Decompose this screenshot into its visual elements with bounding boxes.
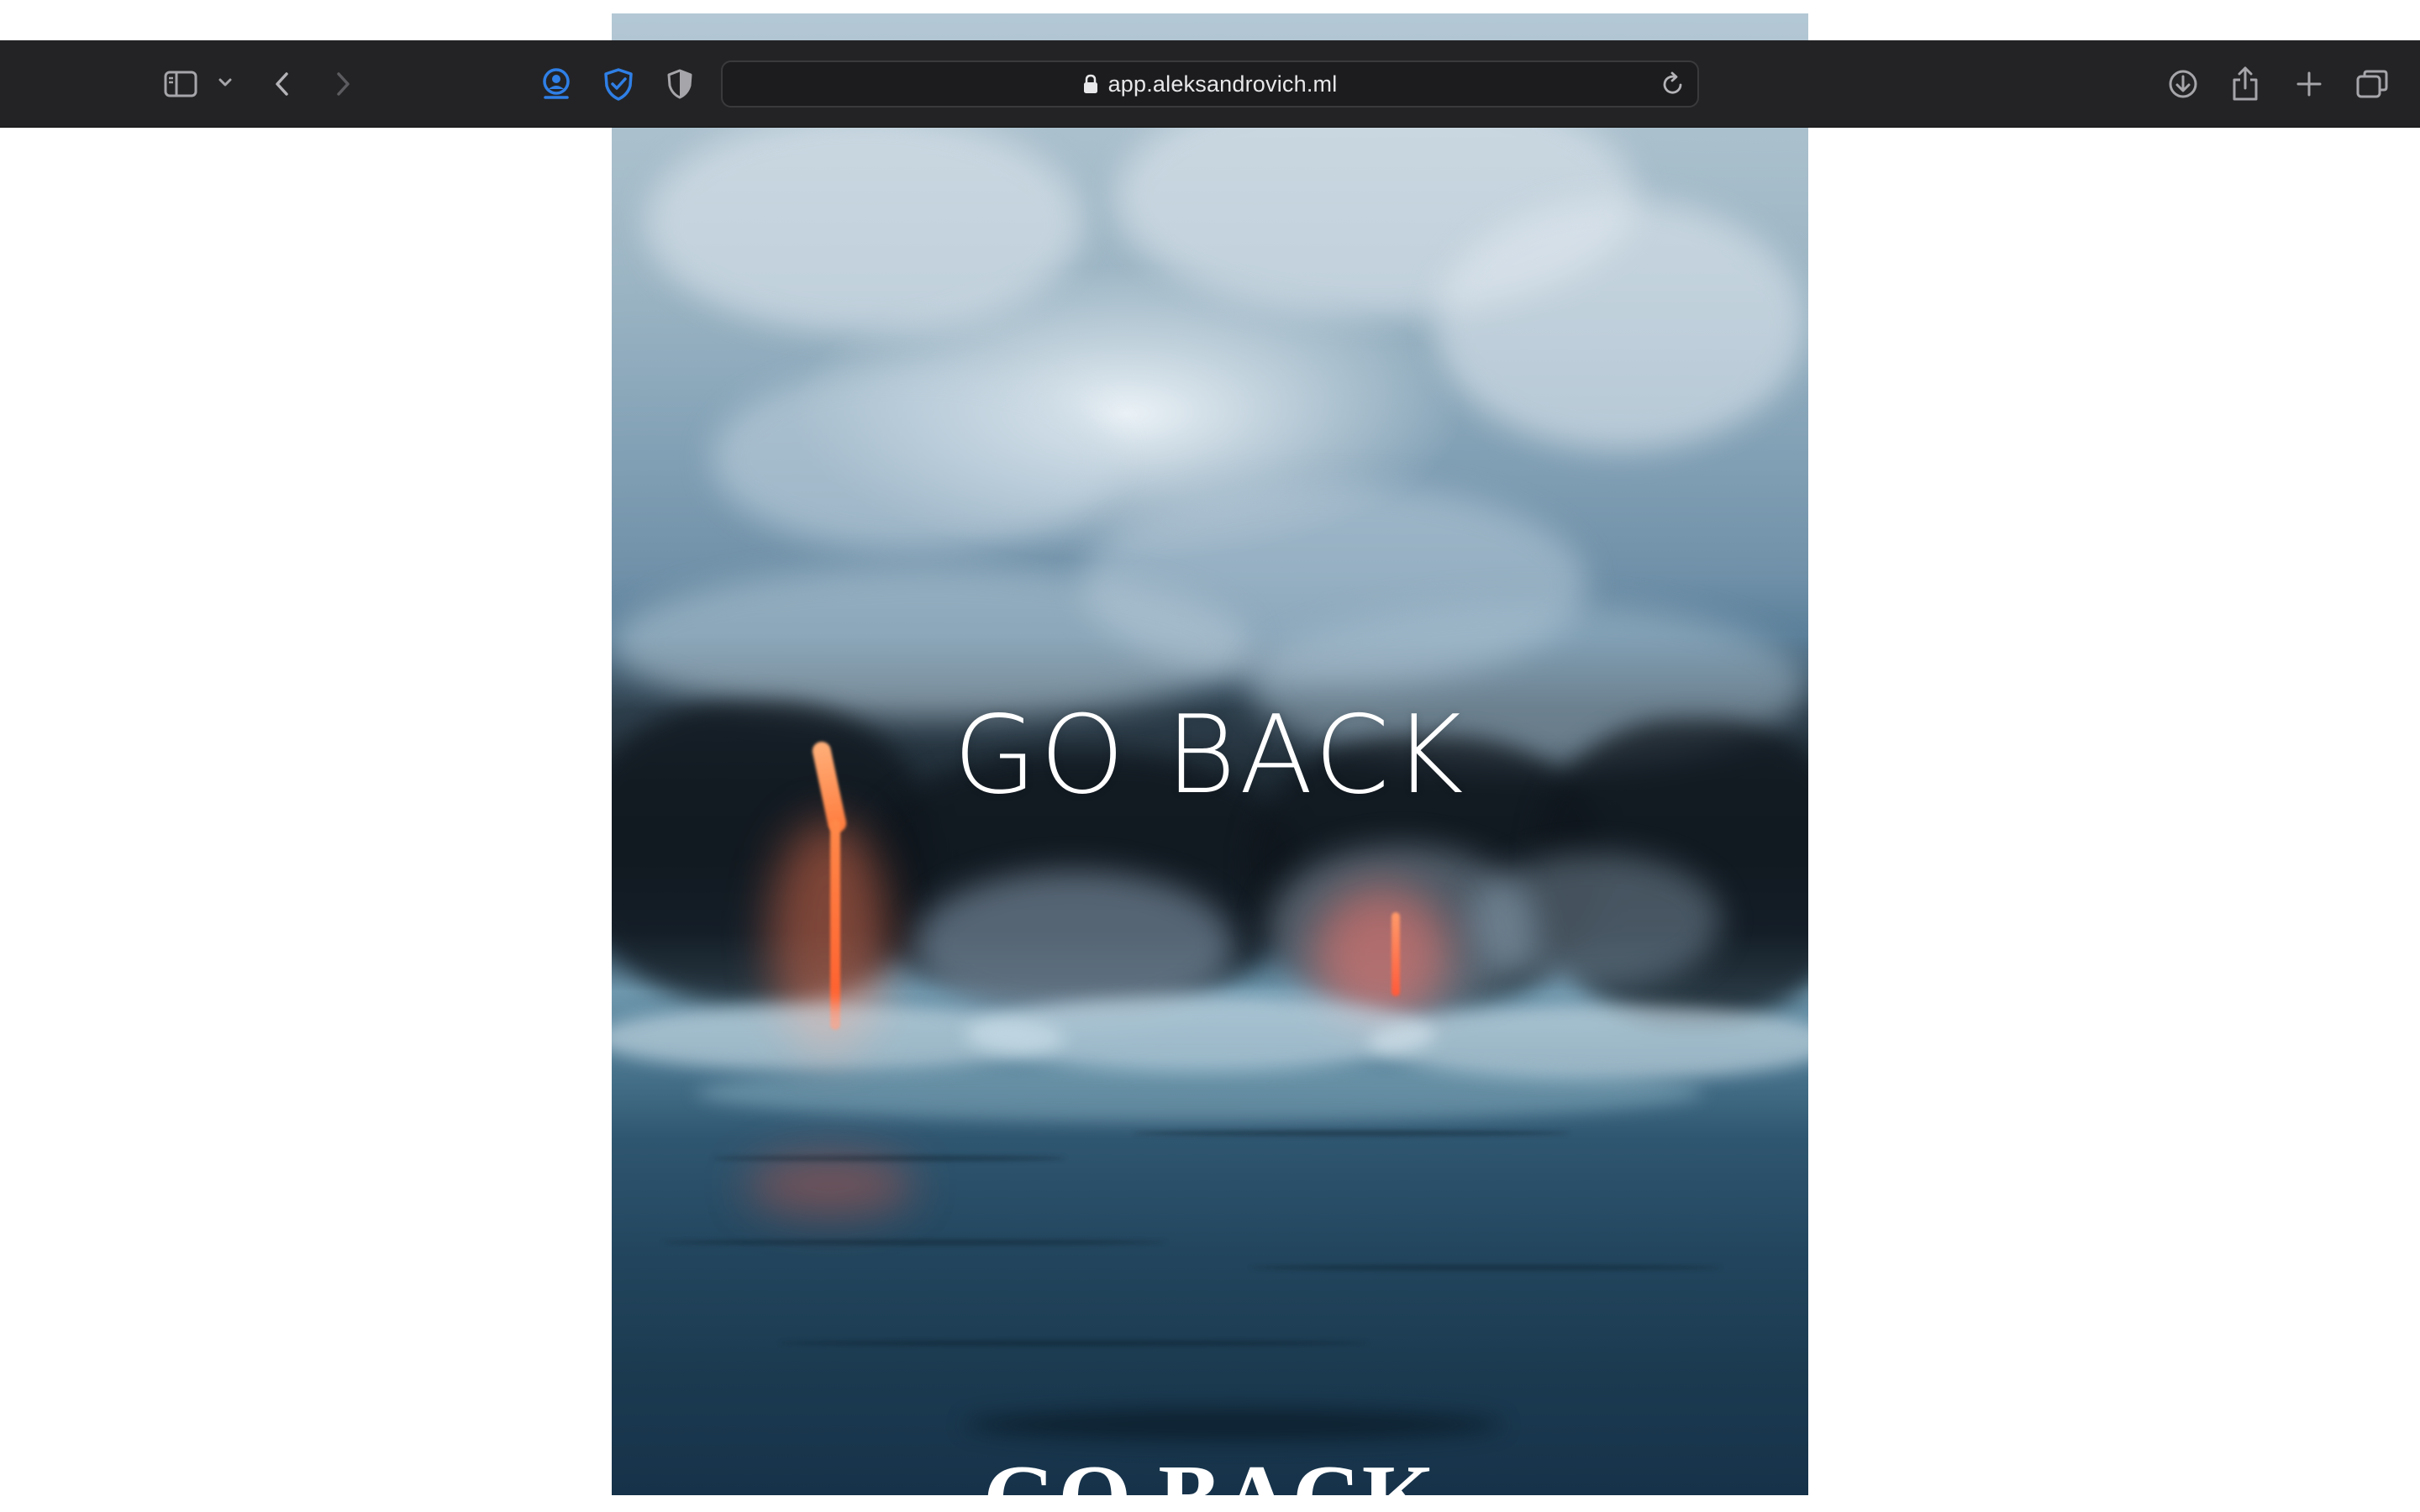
half-shield-icon[interactable] bbox=[664, 67, 696, 101]
wave-line bbox=[780, 1341, 1368, 1346]
lock-icon bbox=[1083, 74, 1098, 94]
globe-person-icon[interactable] bbox=[539, 66, 573, 102]
download-icon[interactable] bbox=[2166, 67, 2200, 101]
cloud-shape bbox=[645, 114, 1082, 333]
cloud-shape bbox=[1435, 198, 1805, 450]
url-text: app.aleksandrovich.ml bbox=[1107, 71, 1338, 97]
wave-line bbox=[1250, 1265, 1721, 1270]
reload-icon[interactable] bbox=[1660, 71, 1686, 102]
lava-glow bbox=[1314, 887, 1449, 1021]
lava-stream bbox=[830, 820, 840, 1030]
surf-shape bbox=[696, 1063, 1704, 1122]
wave-line bbox=[662, 1240, 1166, 1245]
shield-check-icon[interactable] bbox=[602, 66, 635, 102]
hero-heading[interactable]: GO BACK bbox=[612, 702, 1808, 810]
hero-image: GO BACK GO BACK bbox=[612, 13, 1808, 1495]
lava-reflection bbox=[746, 1156, 914, 1215]
plus-icon[interactable] bbox=[2292, 67, 2326, 101]
tabs-icon[interactable] bbox=[2354, 67, 2390, 101]
wave-line bbox=[1133, 1131, 1570, 1136]
steam-shape bbox=[1469, 853, 1721, 988]
address-bar[interactable]: app.aleksandrovich.ml bbox=[721, 60, 1699, 108]
surf-shape bbox=[965, 996, 1435, 1072]
chevron-down-icon[interactable] bbox=[217, 74, 234, 91]
chevron-left-icon[interactable] bbox=[269, 67, 296, 101]
lava-stream bbox=[1392, 912, 1400, 996]
wave-line bbox=[965, 1408, 1502, 1441]
secondary-heading[interactable]: GO BACK bbox=[612, 1452, 1808, 1495]
sidebar-icon[interactable] bbox=[163, 69, 198, 99]
share-icon[interactable] bbox=[2230, 64, 2260, 102]
wave-line bbox=[713, 1156, 1065, 1161]
chevron-right-icon[interactable] bbox=[329, 67, 356, 101]
cloud-shape bbox=[713, 366, 1116, 551]
